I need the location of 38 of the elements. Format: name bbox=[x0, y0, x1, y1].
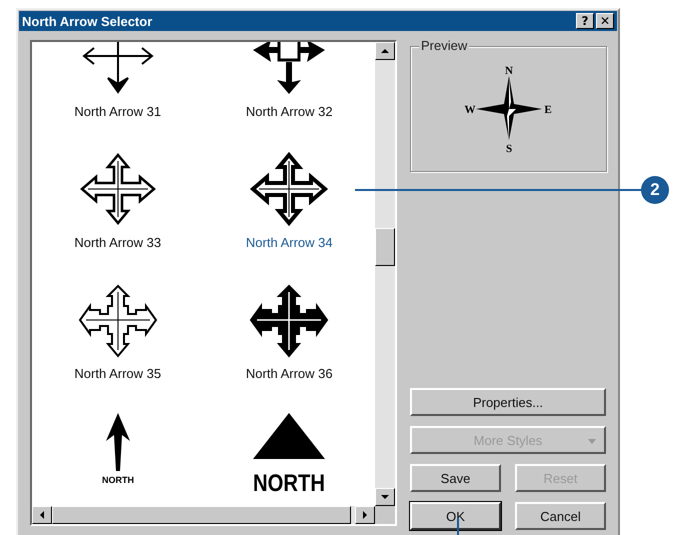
dialog-button[interactable]: Properties... bbox=[410, 388, 606, 416]
window-title: North Arrow Selector bbox=[22, 14, 152, 28]
right-arrow-icon bbox=[362, 511, 368, 519]
arrow-label: North Arrow 35 bbox=[74, 366, 162, 381]
close-button[interactable]: ✕ bbox=[596, 13, 614, 29]
arrow-item[interactable]: North Arrow 33 bbox=[32, 129, 204, 260]
arrow-item[interactable]: NORTH bbox=[32, 391, 204, 506]
scroll-thumb[interactable] bbox=[375, 228, 395, 266]
scroll-up-button[interactable] bbox=[375, 42, 395, 60]
caret-icon bbox=[588, 439, 596, 444]
arrow-label: North Arrow 33 bbox=[74, 235, 162, 250]
down-arrow-icon bbox=[381, 494, 389, 500]
help-button[interactable]: ? bbox=[576, 13, 594, 29]
left-arrow-icon bbox=[39, 511, 45, 519]
vertical-scrollbar[interactable] bbox=[375, 42, 395, 506]
arrow-item[interactable]: North Arrow 32 bbox=[204, 42, 375, 129]
scroll-right-button[interactable] bbox=[355, 506, 375, 524]
scroll-left-button[interactable] bbox=[32, 506, 52, 524]
arrow-item[interactable]: NORTH bbox=[204, 391, 375, 506]
north-arrow-drawing: NORTH bbox=[102, 413, 134, 485]
arrow-label: North Arrow 36 bbox=[246, 366, 333, 381]
cross-arrow-drawing bbox=[82, 42, 154, 94]
arrow-item[interactable]: North Arrow 34 bbox=[204, 129, 375, 260]
arrow-label: North Arrow 32 bbox=[246, 104, 333, 119]
scroll-down-button[interactable] bbox=[375, 488, 395, 506]
arrow-item[interactable]: North Arrow 31 bbox=[32, 42, 204, 129]
arrow-item[interactable]: North Arrow 35 bbox=[32, 260, 204, 391]
arrow-label: North Arrow 31 bbox=[74, 104, 162, 119]
callout-badge: 2 bbox=[641, 176, 669, 204]
leader-line bbox=[457, 518, 459, 535]
arrow-item[interactable]: North Arrow 36 bbox=[204, 260, 375, 391]
north-arrow-drawing: NORTH bbox=[253, 413, 339, 497]
preview-title: Preview bbox=[419, 38, 470, 53]
compass-rose-drawing: N E S W bbox=[464, 65, 552, 154]
arrow-label: North Arrow 34 bbox=[246, 235, 333, 250]
up-arrow-icon bbox=[381, 48, 389, 54]
dialog-button[interactable]: Cancel bbox=[515, 502, 606, 530]
dialog-button[interactable]: Save bbox=[410, 464, 501, 492]
